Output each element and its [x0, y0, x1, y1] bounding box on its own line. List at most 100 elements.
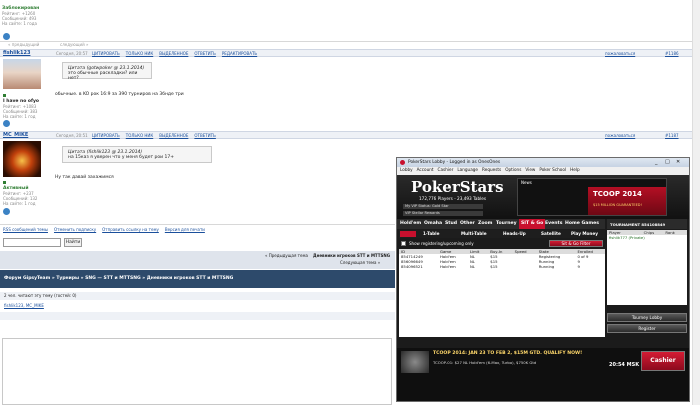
quote-text: это обычные раскладки? или нет? — [68, 71, 138, 81]
side-col-chips[interactable]: Chips — [644, 230, 666, 235]
reply-editor[interactable] — [2, 338, 392, 405]
tab-tourney[interactable]: Tourney — [496, 221, 517, 226]
report-link[interactable]: пожаловаться — [605, 51, 635, 56]
table-row[interactable]: 854096521 Hold'em NL $15 Running 9 — [399, 264, 605, 269]
menu-item[interactable]: Help — [570, 167, 580, 172]
unsubscribe-link[interactable]: Отменить подписку — [54, 227, 96, 232]
social-icon[interactable] — [3, 120, 10, 127]
post-body: обычные. в KO рок 16:9 за 390 турниров н… — [55, 92, 184, 97]
promo-title[interactable]: TCOOP 2014: JAN 23 TO FEB 2, $15M GTD. Q… — [433, 351, 582, 356]
cell-enrolled: 9 — [575, 264, 605, 269]
next-topic-link[interactable]: следующий » — [60, 42, 88, 47]
topic-links: RSS сообщений темы Отменить подписку Отпра… — [0, 224, 395, 234]
vip-rewards[interactable]: VIP Stellar Rewards — [403, 211, 483, 216]
sub-tabs: 1-Table Multi-Table Heads-Up Satellite P… — [399, 230, 605, 238]
breadcrumb-item[interactable]: SNG — STT и MTTSNG — [85, 276, 141, 281]
subtab-heads-up[interactable]: Heads-Up — [503, 231, 526, 236]
reader-names[interactable]: fishlik123, MC_MIKE — [4, 303, 44, 308]
quote-text: на 15каз я уверен что у меня будет рои 1… — [68, 155, 175, 160]
menu-item[interactable]: Lobby — [400, 167, 413, 172]
breadcrumb-item[interactable]: Дневники игроков STT и MTTSNG — [147, 276, 234, 281]
promo-image — [401, 351, 429, 373]
tab-sit-and-go[interactable]: SIT & Go — [519, 219, 546, 229]
page-scrollbar[interactable] — [692, 0, 700, 405]
selected-button[interactable]: ВЫДЕЛЕННОЕ — [159, 51, 188, 56]
social-icon[interactable] — [3, 208, 10, 215]
quote-button[interactable]: ЦИТИРОВАТЬ — [92, 133, 120, 138]
menu-item[interactable]: Requests — [482, 167, 501, 172]
spacer-bar — [0, 312, 395, 320]
vip-status[interactable]: My VIP Status: Gold Star — [403, 204, 483, 209]
post-date: Сегодня, 20:51 — [56, 133, 88, 138]
news-label: News — [521, 180, 532, 185]
selected-button[interactable]: ВЫДЕЛЕННОЕ — [159, 133, 188, 138]
reply-button[interactable]: ОТВЕТИТЬ — [194, 51, 216, 56]
send-link[interactable]: Отправить ссылку на тему — [102, 227, 159, 232]
avatar — [3, 59, 41, 89]
registering-checkbox[interactable] — [401, 241, 406, 246]
menu-item[interactable]: Language — [457, 167, 478, 172]
close-icon[interactable]: ✕ — [676, 159, 680, 165]
menu-item[interactable]: Poker School — [539, 167, 566, 172]
subtab-play-money[interactable]: Play Money — [571, 231, 598, 236]
avatar — [3, 141, 41, 177]
social-icon[interactable] — [3, 33, 10, 40]
promo-area: TCOOP 2014: JAN 23 TO FEB 2, $15M GTD. Q… — [397, 348, 689, 401]
app-icon — [400, 160, 405, 165]
tab-other[interactable]: Other — [460, 221, 475, 226]
next-topic[interactable]: Следующая тема » — [340, 260, 380, 265]
subtab-multi-table[interactable]: Multi-Table — [461, 231, 487, 236]
post-tools: ЦИТИРОВАТЬ ТОЛЬКО НИК ВЫДЕЛЕННОЕ ОТВЕТИТЬ — [92, 133, 222, 138]
tab-events[interactable]: Events — [545, 221, 562, 226]
register-button[interactable]: Register — [607, 324, 687, 333]
maximize-icon[interactable]: □ — [665, 159, 670, 165]
cell-id: 854096521 — [399, 264, 439, 269]
tournament-grid: ID Game Limit Buy-In Speed State Enrolle… — [399, 249, 605, 337]
print-link[interactable]: Версия для печати — [165, 227, 205, 232]
quote-block: Цитата (gotwpoker @ 23.1.2014) это обычн… — [62, 62, 152, 81]
nick-button[interactable]: ТОЛЬКО НИК — [126, 51, 153, 56]
breadcrumb-item[interactable]: Форум GipsyTeam — [4, 276, 50, 281]
menu-item[interactable]: Cashier — [438, 167, 454, 172]
rss-link[interactable]: RSS сообщений темы — [3, 227, 48, 232]
nick-button[interactable]: ТОЛЬКО НИК — [126, 133, 153, 138]
menu-item[interactable]: Account — [417, 167, 434, 172]
post-author[interactable]: fishlik123 — [3, 50, 30, 56]
tab-omaha[interactable]: Omaha — [424, 221, 442, 226]
search-input[interactable] — [3, 238, 61, 247]
menu-item[interactable]: View — [525, 167, 535, 172]
tab-holdem[interactable]: Hold'em — [400, 221, 421, 226]
separator — [0, 41, 700, 42]
user-joined: На сайте: 1 год — [3, 114, 36, 119]
online-dot — [3, 94, 6, 97]
user-info: I have no ofyo Рейтинг: +1083 Сообщений:… — [3, 94, 53, 119]
search-button[interactable]: Найти — [64, 238, 82, 247]
edit-button[interactable]: РЕДАКТИРОВАТЬ — [222, 51, 257, 56]
minimize-icon[interactable]: _ — [655, 159, 658, 165]
reply-button[interactable]: ОТВЕТИТЬ — [194, 133, 216, 138]
tab-stud[interactable]: Stud — [445, 221, 457, 226]
prev-topic-link[interactable]: « предыдущий — [8, 42, 39, 47]
menu-item[interactable]: Options — [505, 167, 521, 172]
post-number[interactable]: #1187 — [665, 133, 679, 138]
sng-filter-button[interactable]: Sit & Go Filter — [549, 240, 603, 247]
prev-topic[interactable]: « Предыдущая тема — [265, 253, 308, 258]
tab-home-games[interactable]: Home Games — [565, 221, 599, 226]
post-author[interactable]: MC_MIKE — [3, 132, 28, 138]
sng-icon — [400, 231, 416, 237]
tcoop-banner[interactable]: TCOOP 2014 $15 MILLION GUARANTEED! — [588, 187, 666, 215]
promo-subtitle: TCOOP-01: $27 NL Hold'em (6-Max, Turbo),… — [433, 360, 537, 365]
subtab-satellite[interactable]: Satellite — [541, 231, 561, 236]
player-row[interactable]: fishlik777 (Private) — [607, 235, 687, 240]
cashier-button[interactable]: Cashier — [641, 351, 685, 371]
tab-zoom[interactable]: Zoom — [478, 221, 492, 226]
filter-row: Show registering/upcoming only Sit & Go … — [399, 240, 605, 247]
breadcrumb-item[interactable]: Турниры — [56, 276, 79, 281]
quote-button[interactable]: ЦИТИРОВАТЬ — [92, 51, 120, 56]
side-col-rank[interactable]: Rank — [665, 230, 687, 235]
readers-count: 2 чел. читают эту тему (гостей: 0) — [4, 293, 77, 298]
tourney-lobby-button[interactable]: Tourney Lobby — [607, 313, 687, 322]
report-link[interactable]: пожаловаться — [605, 133, 635, 138]
post-number[interactable]: #1186 — [665, 51, 679, 56]
subtab-1-table[interactable]: 1-Table — [423, 231, 439, 236]
